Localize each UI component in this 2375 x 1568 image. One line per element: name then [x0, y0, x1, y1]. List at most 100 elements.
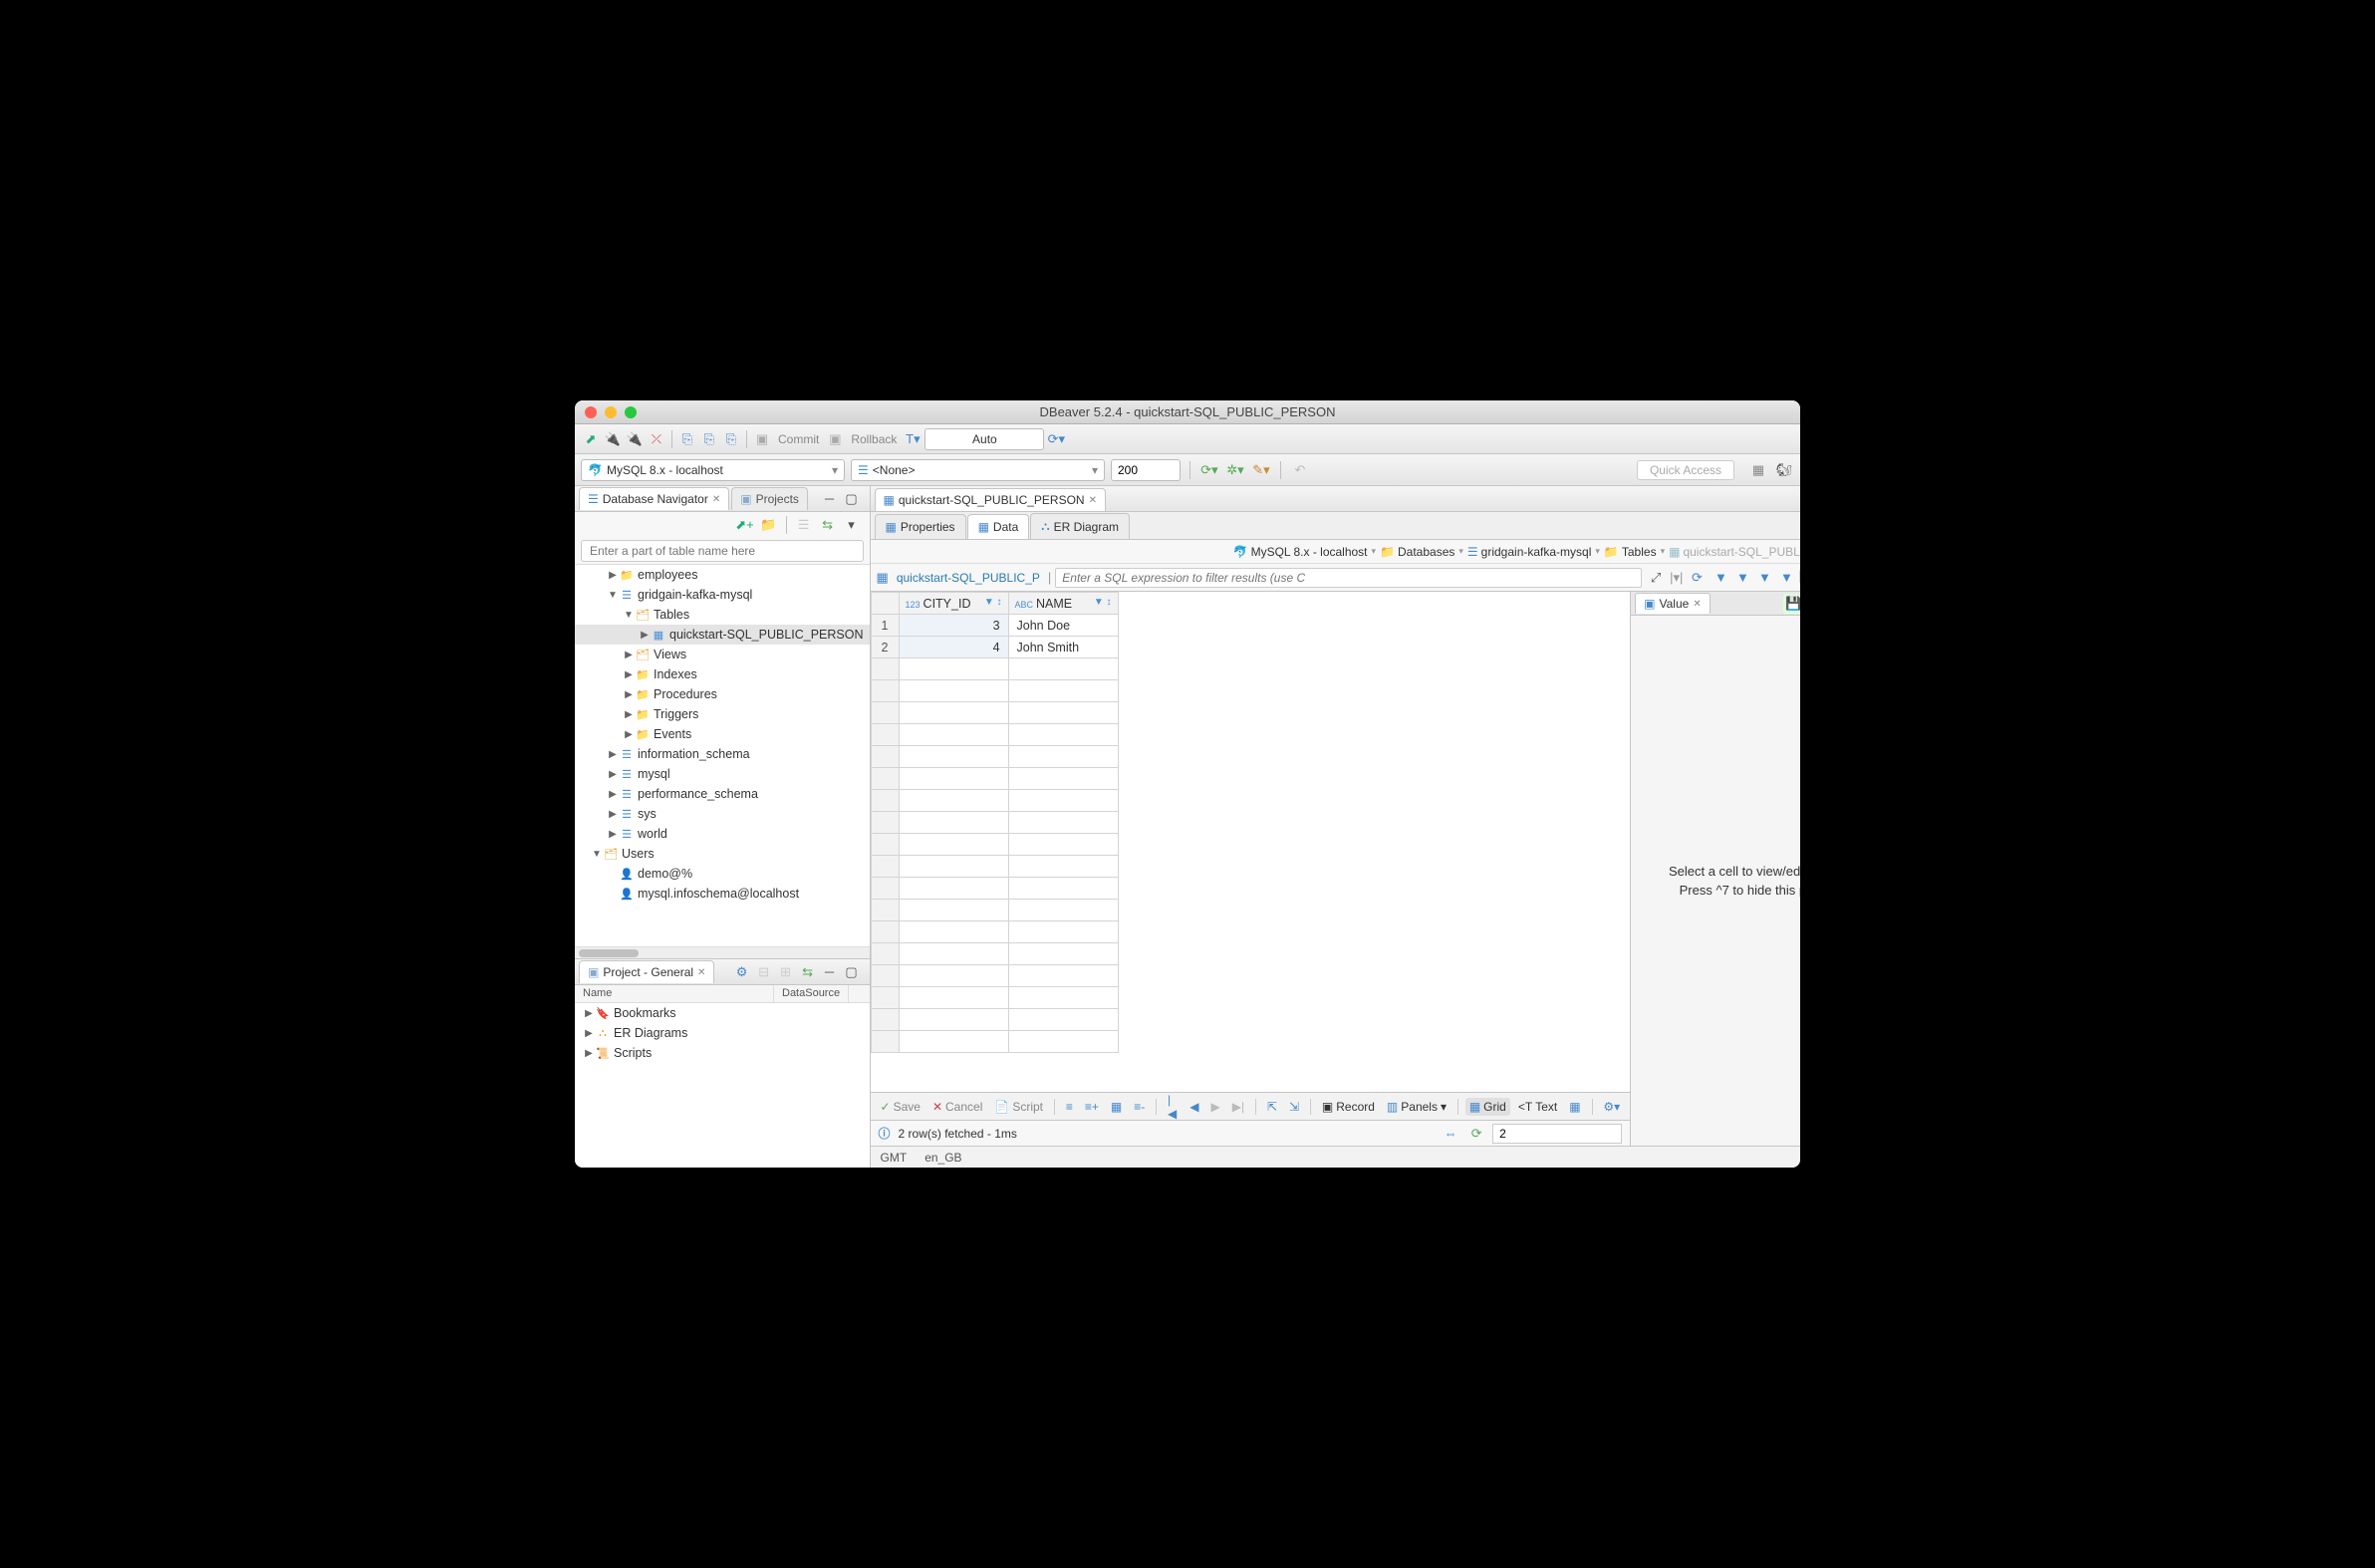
invalidate-icon[interactable]: ⤫ [647, 429, 666, 449]
filter-clear-icon[interactable]: ▼ [1754, 568, 1774, 588]
tree-filter-input[interactable] [581, 540, 864, 562]
close-icon[interactable]: ✕ [1693, 599, 1701, 610]
subtab-properties[interactable]: ▦Properties [875, 514, 966, 539]
commit-icon[interactable]: ▣ [752, 429, 772, 449]
sql-editor-icon[interactable]: ⎘ [677, 429, 697, 449]
quick-access-input[interactable]: Quick Access [1637, 460, 1734, 480]
export-icon[interactable]: ⇱ [1263, 1098, 1281, 1116]
rollback-icon[interactable]: ▣ [825, 429, 845, 449]
collapse-all-icon[interactable]: ☰ [794, 515, 814, 535]
gear-icon[interactable]: ⚙ [732, 962, 752, 982]
tree-node[interactable]: ▶☰world [575, 824, 870, 844]
import-icon[interactable]: ⇲ [1285, 1098, 1303, 1116]
tree-node[interactable]: ▶☰sys [575, 804, 870, 824]
row-copy-icon[interactable]: ≡+ [1081, 1098, 1103, 1116]
refresh-count-icon[interactable]: ⟳ [1466, 1124, 1486, 1144]
filter-tab-label[interactable]: quickstart-SQL_PUBLIC_P [893, 571, 1044, 585]
data-grid[interactable]: 123CITY_ID▼ ↕ABCNAME▼ ↕13John Doe24John … [871, 592, 1631, 1092]
editor-tab-table[interactable]: ▦ quickstart-SQL_PUBLIC_PERSON ✕ [875, 488, 1106, 511]
row-dup-icon[interactable]: ≡- [1130, 1098, 1149, 1116]
record-button[interactable]: ▣Record [1318, 1098, 1379, 1116]
filter-remove-icon[interactable]: ▼ [1732, 568, 1752, 588]
col-datasource-header[interactable]: DataSource [774, 985, 849, 1002]
new-connection-icon[interactable]: ⬈ [581, 429, 601, 449]
first-page-icon[interactable]: |◀ [1164, 1091, 1182, 1123]
calc-icon[interactable]: ▦ [1565, 1098, 1584, 1116]
view-menu-icon[interactable]: ▾ [842, 515, 862, 535]
tree-node[interactable]: 👤mysql.infoschema@localhost [575, 884, 870, 904]
filter-add-icon[interactable]: ▼ [1711, 568, 1730, 588]
tree-node[interactable]: ▶▦quickstart-SQL_PUBLIC_PERSON [575, 625, 870, 645]
dbeaver-perspective-icon[interactable]: 🐿 [1774, 460, 1794, 480]
tree-node[interactable]: ▶☰mysql [575, 764, 870, 784]
connection-combo[interactable]: 🐬 MySQL 8.x - localhost ▾ [581, 459, 845, 481]
tree-node[interactable]: ▶📁Procedures [575, 684, 870, 704]
bc-table[interactable]: ▦quickstart-SQL_PUBLIC_PERSON [1669, 545, 1800, 559]
close-tab-icon[interactable]: ✕ [712, 494, 720, 505]
tree-scrollbar[interactable] [575, 946, 870, 958]
history-icon[interactable]: ⟳ [1687, 568, 1707, 588]
value-tab[interactable]: ▣ Value ✕ [1635, 593, 1711, 614]
connect-icon[interactable]: 🔌 [603, 429, 623, 449]
tree-node[interactable]: ▶☰performance_schema [575, 784, 870, 804]
sql-filter-input[interactable] [1055, 568, 1642, 588]
tree-node[interactable]: ▶🗂Views [575, 645, 870, 664]
project-item[interactable]: ▶📜Scripts [575, 1043, 870, 1063]
perspective-icon[interactable]: ▦ [1748, 460, 1768, 480]
project-item[interactable]: ▶🔖Bookmarks [575, 1003, 870, 1023]
tree-node[interactable]: ▼🗂Tables [575, 605, 870, 625]
tree-node[interactable]: ▶📁Indexes [575, 664, 870, 684]
link-editor-icon[interactable]: ⇆ [818, 515, 838, 535]
minimize-view-icon[interactable]: ─ [820, 962, 840, 982]
tree-node[interactable]: 👤demo@% [575, 864, 870, 884]
refresh-icon[interactable]: ⟳▾ [1199, 460, 1219, 480]
schema-combo[interactable]: ☰ <None> ▾ [851, 459, 1105, 481]
col-name-header[interactable]: Name [575, 985, 774, 1002]
text-mode-button[interactable]: <TText [1514, 1098, 1561, 1116]
bc-database[interactable]: ☰gridgain-kafka-mysql [1467, 545, 1591, 559]
link-icon[interactable]: ⇆ [798, 962, 818, 982]
tree-node[interactable]: ▼☰gridgain-kafka-mysql [575, 585, 870, 605]
maximize-view-icon[interactable]: ▢ [842, 962, 862, 982]
bc-connection[interactable]: 🐬MySQL 8.x - localhost [1233, 545, 1368, 559]
disconnect-icon[interactable]: 🔌 [625, 429, 645, 449]
stop-icon[interactable]: ✲▾ [1225, 460, 1245, 480]
minimize-view-icon[interactable]: ─ [820, 489, 840, 509]
bc-tables[interactable]: 📁Tables [1604, 545, 1657, 559]
project-tree[interactable]: ▶🔖Bookmarks▶⛬ER Diagrams▶📜Scripts [575, 1003, 870, 1168]
expand-icon[interactable]: ⊞ [776, 962, 796, 982]
undo-icon[interactable]: ↶ [1290, 460, 1310, 480]
scroll-icon[interactable]: ⇔ [1441, 1124, 1460, 1144]
next-page-icon[interactable]: ▶ [1207, 1098, 1224, 1116]
txn-mode-icon[interactable]: T▾ [903, 429, 923, 449]
tab-database-navigator[interactable]: ☰ Database Navigator ✕ [579, 487, 729, 510]
row-delete-icon[interactable]: ▦ [1107, 1098, 1126, 1116]
script-button[interactable]: 📄Script [990, 1098, 1047, 1116]
gear-icon[interactable]: ⚙▾ [1599, 1098, 1624, 1116]
close-tab-icon[interactable]: ✕ [1089, 495, 1097, 506]
row-limit-input[interactable] [1111, 459, 1181, 481]
grid-mode-button[interactable]: ▦Grid [1465, 1098, 1510, 1116]
new-folder-icon[interactable]: 📁 [759, 515, 779, 535]
subtab-er-diagram[interactable]: ⛬ER Diagram [1030, 513, 1130, 539]
filter-settings-icon[interactable]: ▼ [1776, 568, 1796, 588]
project-item[interactable]: ▶⛬ER Diagrams [575, 1023, 870, 1043]
close-tab-icon[interactable]: ✕ [697, 967, 705, 978]
save-value-icon[interactable]: 💾 [1783, 594, 1800, 614]
navigator-tree[interactable]: ▶📁employees▼☰gridgain-kafka-mysql▼🗂Table… [575, 564, 870, 946]
maximize-view-icon[interactable]: ▢ [842, 489, 862, 509]
tree-node[interactable]: ▶📁Events [575, 724, 870, 744]
commit-label[interactable]: Commit [774, 432, 823, 446]
last-page-icon[interactable]: ▶| [1228, 1098, 1248, 1116]
new-conn-icon[interactable]: ⬈+ [735, 515, 755, 535]
cancel-button[interactable]: ✕Cancel [928, 1098, 986, 1116]
search-icon[interactable]: ✎▾ [1251, 460, 1271, 480]
txn-history-icon[interactable]: ⟳▾ [1046, 429, 1066, 449]
rollback-label[interactable]: Rollback [847, 432, 901, 446]
prev-page-icon[interactable]: ◀ [1186, 1098, 1202, 1116]
tab-project-general[interactable]: ▣ Project - General ✕ [579, 960, 714, 983]
tree-node[interactable]: ▶☰information_schema [575, 744, 870, 764]
tree-node[interactable]: ▼🗂Users [575, 844, 870, 864]
tree-node[interactable]: ▶📁employees [575, 565, 870, 585]
tree-node[interactable]: ▶📁Triggers [575, 704, 870, 724]
